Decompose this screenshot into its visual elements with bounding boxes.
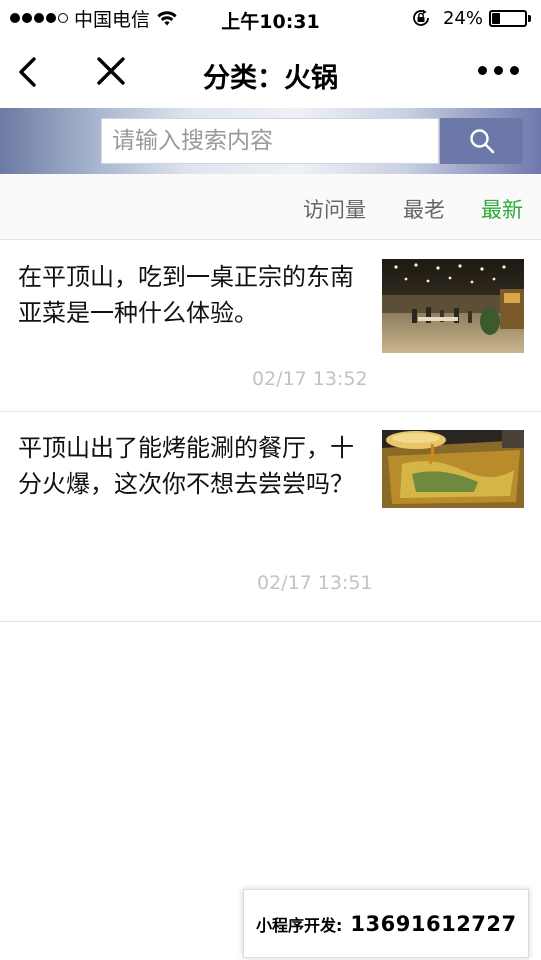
more-dots-icon[interactable] xyxy=(478,66,519,75)
developer-label: 小程序开发: xyxy=(256,915,343,935)
article-title[interactable]: 在平顶山，吃到一桌正宗的东南亚菜是一种什么体验。 xyxy=(18,259,370,331)
restaurant-hall-photo xyxy=(382,259,524,353)
sort-option-views[interactable]: 访问量 xyxy=(303,194,366,224)
nav-bar: 分类：火锅 xyxy=(0,36,541,108)
search-band xyxy=(0,108,541,174)
search-input[interactable] xyxy=(101,118,439,164)
article-time: 02/17 13:51 xyxy=(257,572,373,594)
search-icon xyxy=(469,129,494,154)
article-item[interactable]: 平顶山出了能烤能涮的餐厅，十分火爆，这次你不想去尝尝吗？ 02/17 13:51 xyxy=(0,412,541,622)
article-title[interactable]: 平顶山出了能烤能涮的餐厅，十分火爆，这次你不想去尝尝吗？ xyxy=(18,430,370,502)
sort-option-newest[interactable]: 最新 xyxy=(481,194,523,224)
hotpot-soup-photo xyxy=(382,430,524,508)
rotation-lock-icon xyxy=(413,9,429,26)
battery-level-fill xyxy=(492,12,500,24)
sort-bar: 访问量 最老 最新 xyxy=(0,174,541,240)
status-bar: 中国电信 上午10:31 24% xyxy=(0,0,541,36)
article-item[interactable]: 在平顶山，吃到一桌正宗的东南亚菜是一种什么体验。 02/17 13:52 xyxy=(0,241,541,412)
sort-option-oldest[interactable]: 最老 xyxy=(403,194,445,224)
status-right: 24% xyxy=(411,7,531,29)
page-title: 分类：火锅 xyxy=(203,63,338,94)
developer-phone[interactable]: 13691612727 xyxy=(350,912,516,936)
search-button[interactable] xyxy=(440,118,523,164)
battery-cap xyxy=(528,14,531,22)
article-time: 02/17 13:52 xyxy=(252,368,368,390)
battery-icon xyxy=(489,9,527,27)
battery-percent: 24% xyxy=(442,7,483,29)
developer-contact-badge[interactable]: 小程序开发: 13691612727 xyxy=(243,889,529,958)
